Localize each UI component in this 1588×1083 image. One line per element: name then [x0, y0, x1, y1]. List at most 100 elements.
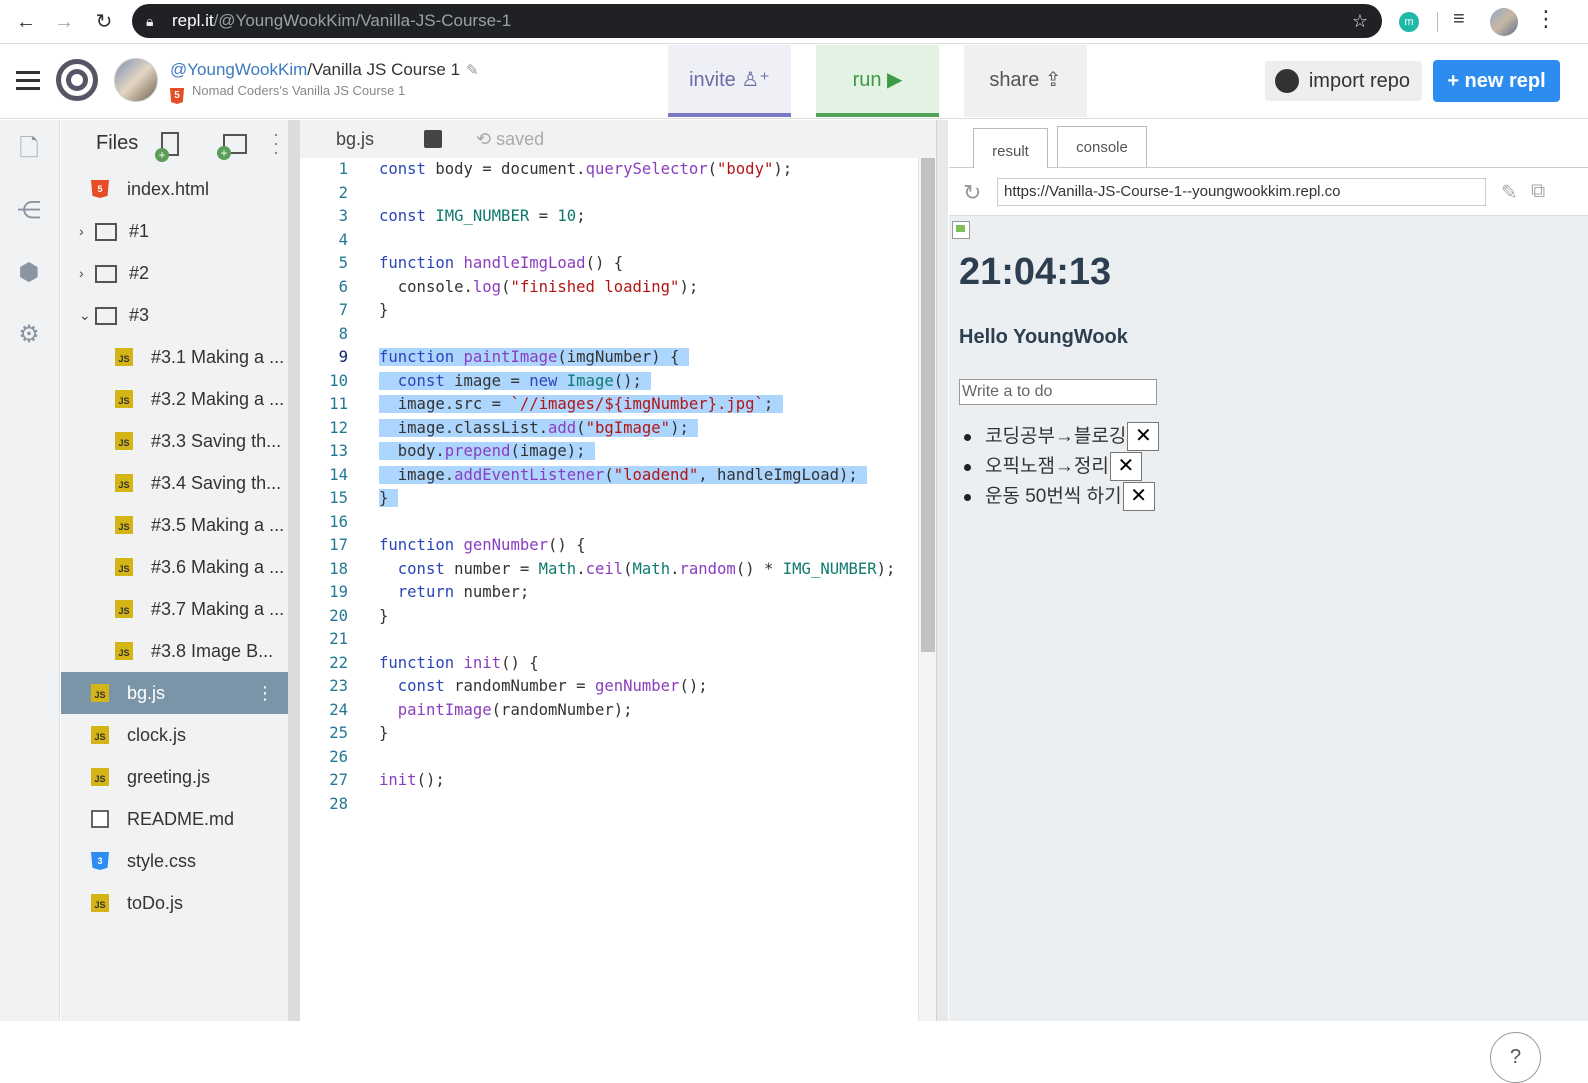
code-line[interactable]: 16: [300, 511, 918, 535]
code-line[interactable]: 9 function paintImage(imgNumber) {: [300, 346, 918, 370]
chevron-right-icon[interactable]: ›: [79, 252, 84, 294]
file-tree-item[interactable]: JS #3.1 Making a ...: [61, 336, 288, 378]
file-tree-item[interactable]: ⌄ #3: [61, 294, 288, 336]
file-tree-item[interactable]: JS #3.4 Saving th...: [61, 462, 288, 504]
code-line[interactable]: 12 image.classList.add("bgImage");: [300, 417, 918, 441]
file-tree-item[interactable]: JS greeting.js: [61, 756, 288, 798]
code-line[interactable]: 3 const IMG_NUMBER = 10;: [300, 205, 918, 229]
code-line[interactable]: 11 image.src = `//images/${imgNumber}.jp…: [300, 393, 918, 417]
edit-url-icon[interactable]: ✎: [1501, 180, 1518, 205]
preview-resize-handle[interactable]: [936, 120, 948, 1021]
format-icon[interactable]: [424, 130, 442, 148]
code-text: body.prepend(image);: [379, 442, 595, 460]
help-button[interactable]: ?: [1490, 1032, 1541, 1083]
open-new-tab-icon[interactable]: ⧉: [1531, 180, 1545, 203]
code-line[interactable]: 4: [300, 229, 918, 253]
code-line[interactable]: 22 function init() {: [300, 652, 918, 676]
import-repo-button[interactable]: import repo: [1265, 61, 1422, 101]
repl-name[interactable]: Vanilla JS Course 1: [312, 60, 460, 79]
packages-icon[interactable]: ⬢: [16, 260, 42, 286]
file-tree-item[interactable]: JS #3.5 Making a ...: [61, 504, 288, 546]
code-line[interactable]: 5 function handleImgLoad() {: [300, 252, 918, 276]
reload-icon[interactable]: ↻: [92, 10, 116, 34]
file-tree-item[interactable]: JS #3.2 Making a ...: [61, 378, 288, 420]
new-repl-button[interactable]: + new repl: [1433, 60, 1560, 102]
file-tree-item[interactable]: JS bg.js ⋮: [61, 672, 288, 714]
delete-todo-button[interactable]: ✕: [1122, 482, 1155, 512]
code-line[interactable]: 21: [300, 628, 918, 652]
code-line[interactable]: 18 const number = Math.ceil(Math.random(…: [300, 558, 918, 582]
code-line[interactable]: 23 const randomNumber = genNumber();: [300, 675, 918, 699]
repl-description: 5 Nomad Coders's Vanilla JS Course 1: [170, 83, 405, 104]
extension-icon[interactable]: m: [1399, 12, 1419, 32]
file-tree-item[interactable]: › #2: [61, 252, 288, 294]
todo-input[interactable]: Write a to do: [959, 379, 1157, 405]
delete-todo-button[interactable]: ✕: [1109, 452, 1142, 482]
bookmark-star-icon[interactable]: ☆: [1352, 4, 1368, 38]
html5-icon: 5: [170, 88, 184, 104]
code-line[interactable]: 10 const image = new Image();: [300, 370, 918, 394]
code-line[interactable]: 25}: [300, 722, 918, 746]
repl-owner-link[interactable]: @YoungWookKim: [170, 60, 307, 79]
code-line[interactable]: 6 console.log("finished loading");: [300, 276, 918, 300]
editor-scrollbar[interactable]: [918, 158, 936, 1021]
code-line[interactable]: 8: [300, 323, 918, 347]
browser-menu-icon[interactable]: ⋮: [1535, 6, 1557, 32]
code-line[interactable]: 14 image.addEventListener("loadend", han…: [300, 464, 918, 488]
chevron-down-icon[interactable]: ⌄: [79, 294, 91, 336]
new-file-icon[interactable]: +: [155, 132, 179, 162]
file-tree-item[interactable]: › #1: [61, 210, 288, 252]
address-bar[interactable]: 🔒︎ repl.it/@YoungWookKim/Vanilla-JS-Cour…: [132, 4, 1382, 38]
file-tree-item[interactable]: 3 style.css: [61, 840, 288, 882]
refresh-icon[interactable]: ↻: [963, 180, 981, 206]
file-tree-item[interactable]: JS #3.3 Saving th...: [61, 420, 288, 462]
delete-todo-button[interactable]: ✕: [1127, 422, 1160, 452]
code-line[interactable]: 17 function genNumber() {: [300, 534, 918, 558]
file-tree-item[interactable]: JS #3.7 Making a ...: [61, 588, 288, 630]
code-line[interactable]: 27 init();: [300, 769, 918, 793]
editor-tab-bg-js[interactable]: bg.js: [300, 120, 410, 158]
code-line[interactable]: 1 const body = document.querySelector("bo…: [300, 158, 918, 182]
code-line[interactable]: 20}: [300, 605, 918, 629]
tab-console[interactable]: console: [1057, 126, 1147, 167]
preview-url-field[interactable]: https://Vanilla-JS-Course-1--youngwookki…: [997, 178, 1486, 206]
code-area[interactable]: 1 const body = document.querySelector("bo…: [300, 158, 918, 1021]
media-queue-icon[interactable]: ≡: [1453, 8, 1465, 31]
code-text: function paintImage(imgNumber) {: [379, 348, 689, 366]
profile-avatar[interactable]: [1490, 8, 1518, 36]
file-tree-item[interactable]: JS #3.8 Image B...: [61, 630, 288, 672]
file-tree-item[interactable]: 5 index.html: [61, 168, 288, 210]
code-line[interactable]: 2: [300, 182, 918, 206]
edit-pencil-icon[interactable]: ✎: [466, 62, 479, 79]
chevron-right-icon[interactable]: ›: [79, 210, 84, 252]
run-button[interactable]: run ▶: [816, 45, 939, 117]
panel-resize-handle[interactable]: [288, 120, 300, 1021]
code-line[interactable]: 7}: [300, 299, 918, 323]
file-tree-item[interactable]: JS toDo.js: [61, 882, 288, 924]
code-line[interactable]: 15}: [300, 487, 918, 511]
user-avatar[interactable]: [114, 58, 158, 102]
file-menu-icon[interactable]: ⋮: [256, 672, 274, 714]
code-line[interactable]: 26: [300, 746, 918, 770]
hamburger-menu-icon[interactable]: [16, 71, 40, 91]
code-line[interactable]: 28: [300, 793, 918, 817]
code-line[interactable]: 19 return number;: [300, 581, 918, 605]
line-number: 17: [329, 536, 348, 554]
files-menu-icon[interactable]: · · ·: [273, 125, 279, 161]
file-tree-item[interactable]: JS clock.js: [61, 714, 288, 756]
settings-gear-icon[interactable]: ⚙: [16, 322, 42, 348]
share-button[interactable]: share ⇪: [964, 45, 1087, 117]
code-line[interactable]: 13 body.prepend(image);: [300, 440, 918, 464]
invite-button[interactable]: invite ♙⁺: [668, 45, 791, 117]
replit-logo[interactable]: [56, 59, 98, 101]
forward-icon[interactable]: →: [52, 10, 76, 34]
file-tree-item[interactable]: README.md: [61, 798, 288, 840]
code-line[interactable]: 24 paintImage(randomNumber);: [300, 699, 918, 723]
file-tree-item[interactable]: JS #3.6 Making a ...: [61, 546, 288, 588]
new-folder-icon[interactable]: +: [217, 134, 247, 160]
tab-result[interactable]: result: [973, 128, 1048, 169]
scrollbar-thumb[interactable]: [921, 158, 935, 652]
version-control-icon[interactable]: ⋲: [16, 198, 42, 224]
files-icon[interactable]: 🗋︎: [16, 136, 42, 162]
back-icon[interactable]: ←: [14, 10, 38, 34]
